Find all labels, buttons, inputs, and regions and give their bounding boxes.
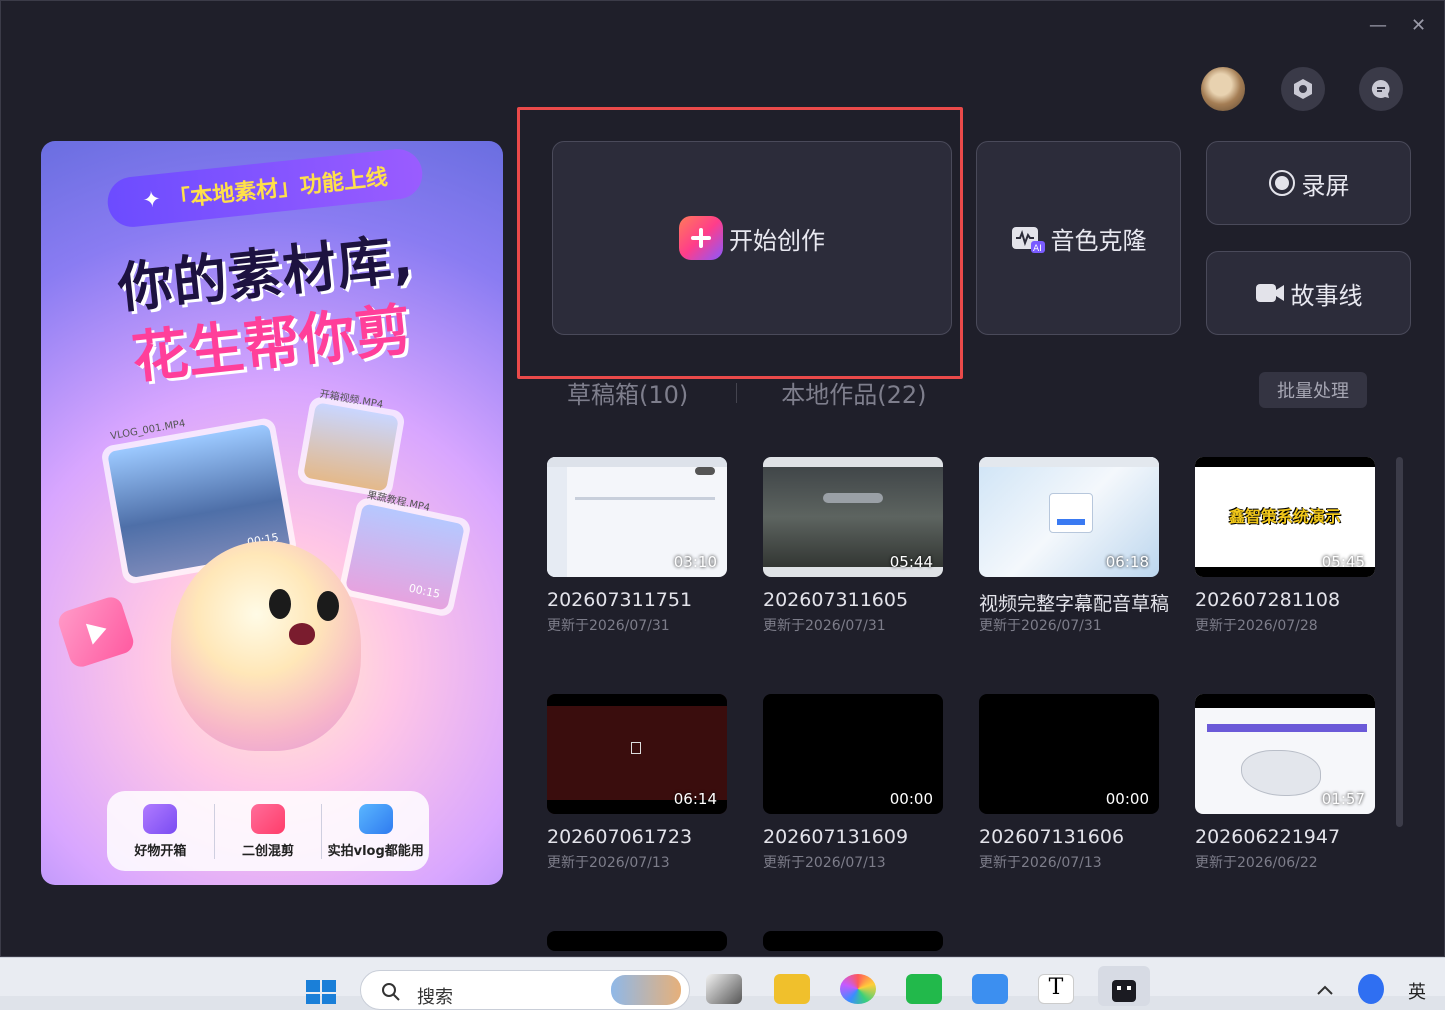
taskbar-search[interactable]: 搜索 xyxy=(360,970,690,1010)
promo-banner[interactable]: ✦ 「本地素材」功能上线 你的素材库, 花生帮你剪 VLOG_001.MP4 0… xyxy=(41,141,503,885)
notepad-icon[interactable] xyxy=(972,974,1008,1004)
draft-date: 更新于2026/07/13 xyxy=(979,855,1102,871)
voice-clone-icon: AI xyxy=(1011,227,1045,253)
banner-feature-bar: 好物开箱 二创混剪 实拍vlog都能用 xyxy=(107,791,429,871)
draft-thumbnail[interactable]: 鑫智策系统演示 05:45 xyxy=(1195,457,1375,577)
camera-icon xyxy=(358,803,393,834)
gift-box-icon xyxy=(143,803,178,834)
taskbar: 搜索 T 英 xyxy=(0,957,1445,1010)
draft-title: 202607061723 xyxy=(547,826,693,848)
draft-date: 更新于2026/07/13 xyxy=(547,855,670,871)
draft-thumbnail[interactable]: 00:00 xyxy=(763,694,943,814)
avatar[interactable] xyxy=(1201,67,1245,111)
search-highlight-image xyxy=(611,975,681,1005)
draft-date: 更新于2026/07/31 xyxy=(547,618,670,634)
wechat-icon[interactable] xyxy=(906,974,942,1004)
ime-indicator[interactable]: 英 xyxy=(1408,978,1426,1004)
draft-thumbnail[interactable]: 01:57 xyxy=(1195,694,1375,814)
chevron-up-icon[interactable] xyxy=(1312,974,1338,1004)
draft-date: 更新于2026/06/22 xyxy=(1195,855,1318,871)
banner-video-card: 开箱视频.MP4 xyxy=(296,389,406,499)
draft-thumbnail[interactable]: 06:18 xyxy=(979,457,1159,577)
svg-text:AI: AI xyxy=(1033,244,1042,253)
feature-remix: 二创混剪 xyxy=(215,803,323,859)
windows-start-icon[interactable] xyxy=(304,974,340,1004)
video-camera-icon xyxy=(1255,284,1284,302)
highlight-box xyxy=(517,107,963,379)
play-badge-icon xyxy=(55,594,137,670)
draft-title: 202606221947 xyxy=(1195,826,1341,848)
browser-icon[interactable] xyxy=(840,974,876,1004)
draft-date: 更新于2026/07/31 xyxy=(763,618,886,634)
record-icon xyxy=(1268,170,1295,196)
draft-title: 视频完整字幕配音草稿 xyxy=(979,593,1170,615)
feature-unboxing: 好物开箱 xyxy=(107,803,215,859)
draft-thumbnail[interactable]: 06:14 xyxy=(547,694,727,814)
draft-thumbnail[interactable]: 05:44 xyxy=(763,457,943,577)
draft-date: 更新于2026/07/13 xyxy=(763,855,886,871)
feature-vlog: 实拍vlog都能用 xyxy=(322,803,429,859)
tab-drafts[interactable]: 草稿箱(10) xyxy=(567,375,688,410)
minimize-button[interactable]: — xyxy=(1369,15,1387,37)
screen-record-button[interactable]: 录屏 xyxy=(1206,141,1411,225)
batch-process-button[interactable]: 批量处理 xyxy=(1259,372,1367,408)
text-editor-icon[interactable]: T xyxy=(1038,974,1074,1004)
draft-title: 202607311605 xyxy=(763,589,909,611)
hexagon-settings-icon[interactable] xyxy=(1281,67,1325,111)
draft-date: 更新于2026/07/31 xyxy=(979,618,1102,634)
scrollbar[interactable] xyxy=(1396,457,1403,827)
draft-title: 202607311751 xyxy=(547,589,693,611)
task-view-icon[interactable] xyxy=(706,974,742,1004)
draft-thumbnail[interactable] xyxy=(547,931,727,951)
draft-title: 202607281108 xyxy=(1195,589,1341,611)
draft-thumbnail[interactable]: 03:10 xyxy=(547,457,727,577)
draft-tabs: 草稿箱(10) 本地作品(22) xyxy=(567,375,927,410)
storyline-button[interactable]: 故事线 xyxy=(1206,251,1411,335)
network-icon[interactable] xyxy=(1358,974,1384,1004)
active-app-icon[interactable] xyxy=(1098,966,1150,1006)
clapper-icon xyxy=(251,803,285,834)
message-icon[interactable] xyxy=(1359,67,1403,111)
app-window: — ✕ ✦ 「本地素材」功能上线 你的素材库, 花生帮你剪 VLOG_001.M… xyxy=(0,0,1445,957)
file-explorer-icon[interactable] xyxy=(774,974,810,1004)
banner-video-card: 果蔬教程.MP4 00:15 xyxy=(337,490,473,618)
draft-title: 202607131609 xyxy=(763,826,909,848)
tab-local-works[interactable]: 本地作品(22) xyxy=(781,375,926,410)
draft-title: 202607131606 xyxy=(979,826,1125,848)
close-button[interactable]: ✕ xyxy=(1411,15,1426,37)
draft-date: 更新于2026/07/28 xyxy=(1195,618,1318,634)
voice-clone-button[interactable]: AI 音色克隆 xyxy=(976,141,1181,335)
draft-thumbnail[interactable]: 00:00 xyxy=(979,694,1159,814)
search-icon xyxy=(382,983,400,1001)
mascot xyxy=(171,541,361,751)
draft-thumbnail[interactable] xyxy=(763,931,943,951)
